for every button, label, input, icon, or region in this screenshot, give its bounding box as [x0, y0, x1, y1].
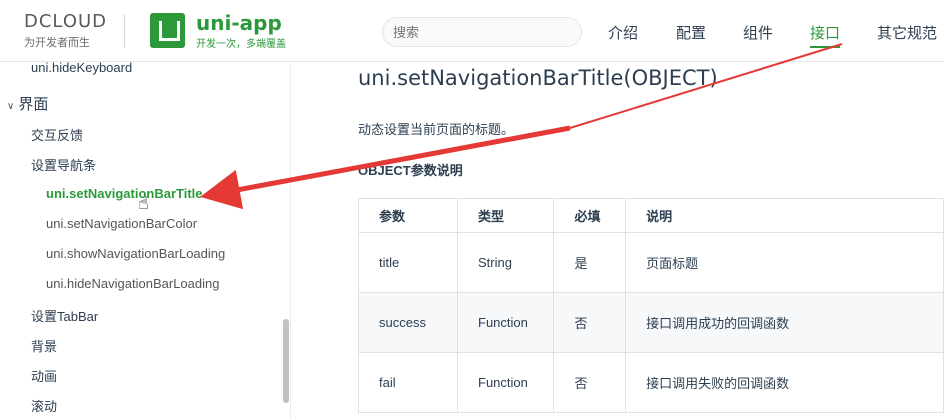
sidebar-group-interface[interactable]: ∨ 界面 — [7, 93, 48, 114]
app-slogan: 开发一次，多端覆盖 — [196, 39, 286, 50]
table-row: title String 是 页面标题 — [358, 232, 944, 293]
nav-intro[interactable]: 介绍 — [608, 22, 638, 43]
col-header-type: 类型 — [456, 198, 555, 233]
cell-param: success — [358, 292, 458, 353]
cell-desc: 接口调用失败的回调函数 — [625, 352, 944, 413]
sidebar-item-scroll[interactable]: 滚动 — [31, 396, 57, 415]
uni-app-logo-icon[interactable] — [150, 13, 185, 48]
sidebar-group-label: 界面 — [18, 96, 49, 113]
sidebar-item-hide-keyboard[interactable]: uni.hideKeyboard — [31, 62, 132, 75]
nav-other-specs[interactable]: 其它规范 — [877, 22, 937, 43]
cell-required: 是 — [553, 232, 627, 293]
params-heading: OBJECT参数说明 — [358, 163, 463, 178]
nav-components[interactable]: 组件 — [743, 22, 773, 43]
main-content: uni.setNavigationBarTitle(OBJECT) 动态设置当前… — [292, 62, 944, 419]
sidebar-item-animation[interactable]: 动画 — [31, 366, 57, 385]
cell-required: 否 — [553, 292, 627, 353]
cell-desc: 页面标题 — [625, 232, 944, 293]
col-header-param: 参数 — [358, 198, 458, 233]
table-row: success Function 否 接口调用成功的回调函数 — [358, 292, 944, 353]
top-header: DCLOUD 为开发者而生 uni-app 开发一次，多端覆盖 介绍 配置 组件… — [0, 0, 944, 62]
chevron-down-icon: ∨ — [7, 101, 15, 112]
table-row: fail Function 否 接口调用失败的回调函数 — [358, 352, 944, 413]
nav-config[interactable]: 配置 — [676, 22, 706, 43]
hand-cursor-icon: ☝ — [138, 193, 149, 213]
cell-param: fail — [358, 352, 458, 413]
sidebar-scrollbar[interactable] — [283, 319, 289, 403]
sidebar-item-set-navbar-color[interactable]: uni.setNavigationBarColor — [46, 216, 197, 231]
dcloud-logo[interactable]: DCLOUD 为开发者而生 — [24, 11, 110, 50]
sidebar: uni.hideKeyboard ∨ 界面 交互反馈 设置导航条 uni.setN… — [0, 62, 291, 419]
cell-desc: 接口调用成功的回调函数 — [625, 292, 944, 353]
dcloud-wordmark: DCLOUD — [24, 11, 108, 32]
col-header-required: 必填 — [553, 198, 627, 233]
sidebar-item-feedback[interactable]: 交互反馈 — [31, 125, 83, 144]
cell-type: Function — [456, 292, 555, 353]
sidebar-item-background[interactable]: 背景 — [31, 336, 57, 355]
cell-type: String — [456, 232, 555, 293]
sidebar-item-tabbar[interactable]: 设置TabBar — [31, 306, 98, 325]
search-input[interactable] — [382, 17, 582, 47]
col-header-desc: 说明 — [625, 198, 944, 233]
sidebar-item-show-navbar-loading[interactable]: uni.showNavigationBarLoading — [46, 246, 225, 261]
header-divider — [124, 14, 125, 48]
dcloud-slogan: 为开发者而生 — [24, 37, 90, 49]
sidebar-item-set-navbar-title[interactable]: uni.setNavigationBarTitle — [46, 186, 203, 201]
params-table: 参数 类型 必填 说明 title String 是 页面标题 success … — [358, 198, 944, 413]
cell-param: title — [358, 232, 458, 293]
nav-api[interactable]: 接口 — [810, 22, 841, 48]
cell-required: 否 — [553, 352, 627, 413]
cell-type: Function — [456, 352, 555, 413]
app-name[interactable]: uni-app — [196, 11, 282, 35]
table-header-row: 参数 类型 必填 说明 — [358, 198, 944, 233]
api-description: 动态设置当前页面的标题。 — [358, 122, 515, 137]
sidebar-item-hide-navbar-loading[interactable]: uni.hideNavigationBarLoading — [46, 276, 219, 291]
page-title: uni.setNavigationBarTitle(OBJECT) — [358, 66, 718, 90]
sidebar-item-navbar[interactable]: 设置导航条 — [31, 155, 96, 174]
